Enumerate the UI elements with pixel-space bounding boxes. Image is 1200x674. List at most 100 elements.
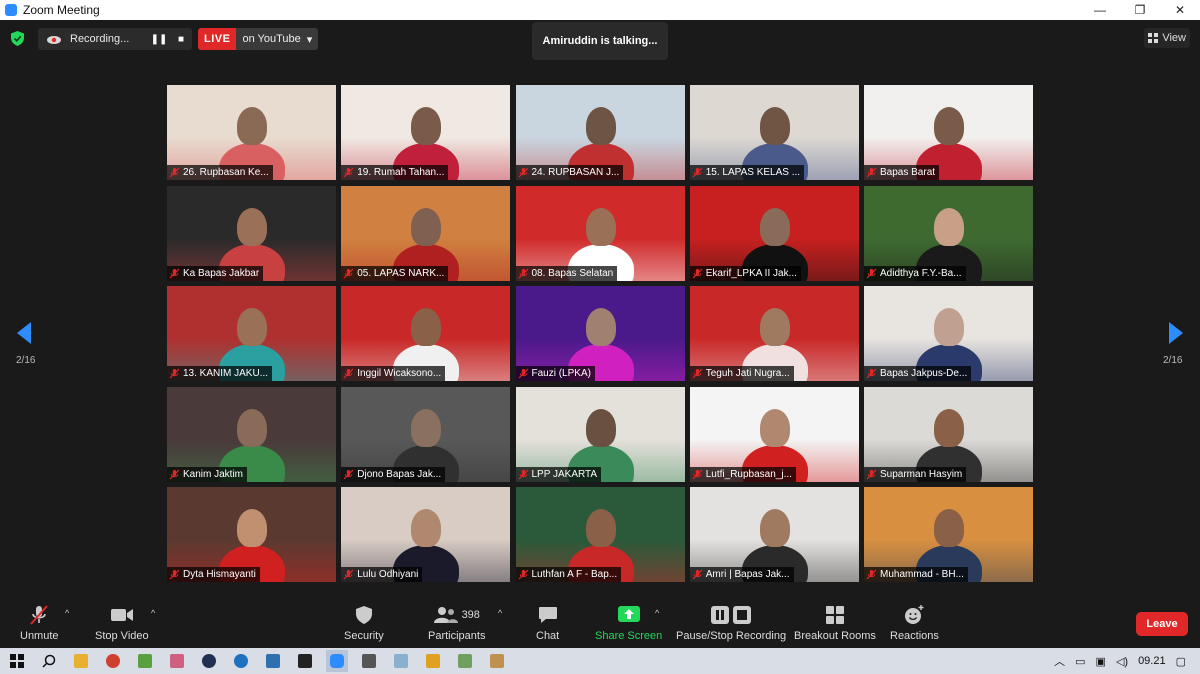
live-badge: LIVE <box>198 28 237 50</box>
participant-face <box>411 509 442 547</box>
video-tile[interactable]: Bapas Jakpus-De... <box>864 286 1033 381</box>
participant-face <box>934 207 964 246</box>
video-tile[interactable]: Luthfan A F - Bap... <box>515 487 685 582</box>
browser-icon[interactable] <box>230 650 252 672</box>
view-button[interactable]: View <box>1144 28 1190 48</box>
leave-button[interactable]: Leave <box>1136 612 1188 636</box>
participant-name: 08. Bapas Selatan <box>531 267 614 279</box>
participant-face <box>585 207 616 246</box>
participants-options-caret-icon[interactable]: ^ <box>498 608 502 618</box>
video-tile[interactable]: Djono Bapas Jak... <box>341 386 511 482</box>
zoom-taskbar-icon[interactable] <box>326 650 348 672</box>
security-button[interactable]: Security <box>344 604 384 642</box>
prev-page-arrow-icon[interactable] <box>17 322 33 344</box>
participant-name-tag: 15. LAPAS KELAS ... <box>689 165 805 180</box>
video-tile[interactable]: 24. RUPBASAN J... <box>515 85 685 180</box>
minimize-button[interactable]: — <box>1080 0 1120 20</box>
terminal-icon[interactable] <box>294 650 316 672</box>
stop-recording-button[interactable]: ■ <box>170 34 192 45</box>
video-tile[interactable]: Muhammad - BH... <box>864 487 1033 582</box>
video-tile[interactable]: 13. KANIM JAKU... <box>167 286 336 381</box>
participant-name-tag: Djono Bapas Jak... <box>341 466 446 482</box>
video-tile[interactable]: Fauzi (LPKA) <box>515 286 685 381</box>
unmute-button[interactable]: Unmute <box>20 604 59 642</box>
video-tile[interactable]: Ka Bapas Jakbar <box>167 185 336 281</box>
breakout-rooms-button[interactable]: Breakout Rooms <box>794 604 876 642</box>
chrome-browser-icon[interactable] <box>102 650 124 672</box>
chat-button[interactable]: Chat <box>536 604 559 642</box>
video-tile[interactable]: Kanim Jaktim <box>167 386 336 482</box>
photos-icon[interactable] <box>166 650 188 672</box>
clock[interactable]: 09.21 <box>1138 655 1166 667</box>
video-tile[interactable]: 15. LAPAS KELAS ... <box>689 85 859 180</box>
participant-face <box>585 408 616 447</box>
video-tile[interactable]: Teguh Jati Nugra... <box>689 286 859 381</box>
restore-button[interactable]: ❐ <box>1120 0 1160 20</box>
keyboard-app-icon[interactable] <box>262 650 284 672</box>
video-tile[interactable]: Dyta Hismayanti <box>167 487 336 582</box>
page-indicator-left: 2/16 <box>16 355 36 366</box>
stop-video-button[interactable]: Stop Video <box>95 604 149 642</box>
muted-mic-icon <box>692 167 703 178</box>
muted-mic-icon <box>518 569 528 580</box>
notifications-icon[interactable]: ▢ <box>1176 655 1186 668</box>
share-options-caret-icon[interactable]: ^ <box>655 608 659 618</box>
participant-face <box>759 207 790 246</box>
muted-mic-icon <box>343 469 354 479</box>
participant-name-tag: LPP JAKARTA <box>515 466 602 482</box>
chevron-down-icon: ▾ <box>306 33 313 46</box>
video-tile[interactable]: Adidthya F.Y.-Ba... <box>864 185 1033 281</box>
video-tile[interactable]: Lutfi_Rupbasan_j... <box>689 386 859 482</box>
battery-icon[interactable]: ▭ <box>1075 655 1085 668</box>
video-tile[interactable]: 08. Bapas Selatan <box>515 185 685 281</box>
participant-face <box>934 408 964 447</box>
video-tile[interactable]: 05. LAPAS NARK... <box>341 185 511 281</box>
windows-start-icon[interactable] <box>6 650 28 672</box>
video-tile[interactable]: Lulu Odhiyani <box>341 487 511 582</box>
live-stream-indicator[interactable]: LIVE on YouTube ▾ <box>198 28 319 50</box>
close-window-button[interactable]: ✕ <box>1160 0 1200 20</box>
next-page-arrow-icon[interactable] <box>1167 322 1183 344</box>
volume-icon[interactable]: ◁) <box>1116 655 1128 668</box>
video-tile[interactable]: 26. Rupbasan Ke... <box>167 85 336 180</box>
video-options-caret-icon[interactable]: ^ <box>151 608 155 618</box>
search-icon[interactable] <box>38 650 60 672</box>
file-explorer-icon[interactable] <box>70 650 92 672</box>
network-icon[interactable]: ▣ <box>1096 655 1106 668</box>
notepad-icon[interactable] <box>390 650 412 672</box>
pause-stop-recording-button[interactable]: Pause/Stop Recording <box>676 604 786 642</box>
pause-recording-button[interactable]: ❚❚ <box>148 34 170 45</box>
muted-mic-icon <box>169 167 180 178</box>
video-tile[interactable]: Ekarif_LPKA II Jak... <box>689 185 859 281</box>
participant-name-tag: Amri | Bapas Jak... <box>689 567 794 582</box>
share-screen-button[interactable]: Share Screen <box>595 604 662 642</box>
calculator-icon[interactable] <box>358 650 380 672</box>
participant-name-tag: Ka Bapas Jakbar <box>167 265 264 281</box>
tray-expand-icon[interactable]: ︿ <box>1054 653 1065 669</box>
security-label: Security <box>344 630 384 642</box>
video-tile[interactable]: 19. Rumah Tahan... <box>341 85 511 180</box>
participant-name-tag: Kanim Jaktim <box>167 466 248 482</box>
video-tile[interactable]: Bapas Barat <box>864 85 1033 180</box>
video-tile[interactable]: Amri | Bapas Jak... <box>689 487 859 582</box>
calendar-app-icon[interactable] <box>486 650 508 672</box>
edge-icon[interactable] <box>134 650 156 672</box>
muted-mic-icon <box>866 469 877 479</box>
video-tile[interactable]: Inggil Wicaksono... <box>341 286 511 381</box>
participants-button[interactable]: 398 Participants <box>428 604 485 642</box>
participant-name: 05. LAPAS NARK... <box>357 267 445 279</box>
media-player-icon[interactable] <box>422 650 444 672</box>
participant-name: Dyta Hismayanti <box>183 569 256 580</box>
participant-face <box>759 308 790 346</box>
video-tile[interactable]: LPP JAKARTA <box>515 386 685 482</box>
participant-name: Bapas Jakpus-De... <box>880 368 968 379</box>
participant-name: 19. Rumah Tahan... <box>357 167 445 178</box>
participant-name-tag: Lulu Odhiyani <box>341 567 423 582</box>
audio-options-caret-icon[interactable]: ^ <box>65 608 69 618</box>
live-target[interactable]: on YouTube ▾ <box>236 28 319 50</box>
steam-icon[interactable] <box>198 650 220 672</box>
video-tile[interactable]: Suparman Hasyim <box>864 386 1033 482</box>
reactions-button[interactable]: Reactions <box>890 604 939 642</box>
security-shield-icon[interactable] <box>11 31 24 46</box>
document-viewer-icon[interactable] <box>454 650 476 672</box>
